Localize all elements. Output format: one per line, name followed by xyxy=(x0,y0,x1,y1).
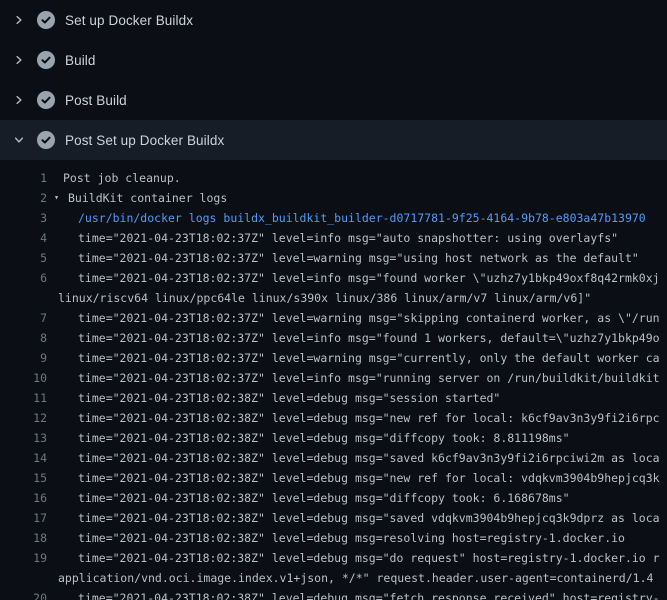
step-row-post-build[interactable]: Post Build xyxy=(0,80,667,120)
log-line: application/vnd.oci.image.index.v1+json,… xyxy=(0,568,667,588)
log-line: 11 time="2021-04-23T18:02:38Z" level=debu… xyxy=(0,388,667,408)
log-line-number[interactable]: 19 xyxy=(0,548,47,568)
log-line: linux/riscv64 linux/ppc64le linux/s390x … xyxy=(0,288,667,308)
steps-list: Set up Docker Buildx Build Post Build xyxy=(0,0,667,160)
chevron-right-icon xyxy=(13,94,25,106)
step-title: Set up Docker Buildx xyxy=(65,13,193,28)
log-line-number[interactable]: 3 xyxy=(0,208,47,228)
log-line-number[interactable]: 12 xyxy=(0,408,47,428)
log-line: 19 time="2021-04-23T18:02:38Z" level=debu… xyxy=(0,548,667,568)
log-line-number[interactable]: 15 xyxy=(0,468,47,488)
log-line-text: time="2021-04-23T18:02:37Z" level=info m… xyxy=(78,228,618,248)
step-title: Post Build xyxy=(65,93,127,108)
log-line-text: time="2021-04-23T18:02:38Z" level=debug … xyxy=(78,588,660,600)
log-line-text: time="2021-04-23T18:02:38Z" level=debug … xyxy=(78,508,660,528)
log-line: 12 time="2021-04-23T18:02:38Z" level=debu… xyxy=(0,408,667,428)
log-line-number[interactable]: 20 xyxy=(0,588,47,600)
log-line-number[interactable]: 5 xyxy=(0,248,47,268)
check-circle-icon xyxy=(37,91,55,109)
log-line: 20 time="2021-04-23T18:02:38Z" level=debu… xyxy=(0,588,667,600)
log-line-number[interactable]: 13 xyxy=(0,428,47,448)
collapse-triangle-icon[interactable]: ▾ xyxy=(51,188,62,208)
check-circle-icon xyxy=(37,11,55,29)
log-line-text: time="2021-04-23T18:02:38Z" level=debug … xyxy=(78,528,625,548)
log-line-text: time="2021-04-23T18:02:38Z" level=debug … xyxy=(78,548,660,568)
log-line-number[interactable]: 2 xyxy=(0,188,47,208)
log-line-number[interactable]: 7 xyxy=(0,308,47,328)
log-line: 7 time="2021-04-23T18:02:37Z" level=warni… xyxy=(0,308,667,328)
log-line: 16 time="2021-04-23T18:02:38Z" level=debu… xyxy=(0,488,667,508)
actions-log-viewer: Set up Docker Buildx Build Post Build xyxy=(0,0,667,600)
log-line-number[interactable]: 9 xyxy=(0,348,47,368)
log-line-number[interactable]: 14 xyxy=(0,448,47,468)
log-area: 1 Post job cleanup. 2▾ BuildKit container l… xyxy=(0,160,667,600)
log-line-number[interactable]: 11 xyxy=(0,388,47,408)
log-line: 2▾ BuildKit container logs xyxy=(0,188,667,208)
log-line-text: application/vnd.oci.image.index.v1+json,… xyxy=(58,568,653,588)
log-line-text: time="2021-04-23T18:02:38Z" level=debug … xyxy=(78,408,660,428)
log-line-text: time="2021-04-23T18:02:38Z" level=debug … xyxy=(78,448,660,468)
step-row-post-setup-docker-buildx[interactable]: Post Set up Docker Buildx xyxy=(0,120,667,160)
log-line: 17 time="2021-04-23T18:02:38Z" level=debu… xyxy=(0,508,667,528)
log-command-text: /usr/bin/docker logs buildx_buildkit_bui… xyxy=(78,208,646,228)
log-line-number[interactable]: 1 xyxy=(0,168,47,188)
log-line-number xyxy=(0,568,47,588)
log-line-number[interactable]: 16 xyxy=(0,488,47,508)
log-line-text: time="2021-04-23T18:02:37Z" level=info m… xyxy=(78,328,660,348)
log-line: 18 time="2021-04-23T18:02:38Z" level=debu… xyxy=(0,528,667,548)
check-circle-icon xyxy=(37,51,55,69)
log-line-number[interactable]: 6 xyxy=(0,268,47,288)
log-line-text: Post job cleanup. xyxy=(63,168,181,188)
log-line-text: time="2021-04-23T18:02:37Z" level=warnin… xyxy=(78,308,660,328)
log-line: 3/usr/bin/docker logs buildx_buildkit_bu… xyxy=(0,208,667,228)
log-line: 1 Post job cleanup. xyxy=(0,168,667,188)
chevron-right-icon xyxy=(13,54,25,66)
log-line: 9 time="2021-04-23T18:02:37Z" level=warni… xyxy=(0,348,667,368)
log-line-text: time="2021-04-23T18:02:37Z" level=info m… xyxy=(78,268,660,288)
log-line-number[interactable]: 10 xyxy=(0,368,47,388)
step-row-build[interactable]: Build xyxy=(0,40,667,80)
log-line: 5 time="2021-04-23T18:02:37Z" level=warni… xyxy=(0,248,667,268)
log-line: 4 time="2021-04-23T18:02:37Z" level=info … xyxy=(0,228,667,248)
log-line-text: time="2021-04-23T18:02:37Z" level=warnin… xyxy=(78,248,639,268)
log-line-text: linux/riscv64 linux/ppc64le linux/s390x … xyxy=(58,288,591,308)
log-line-number xyxy=(0,288,47,308)
log-line-text: time="2021-04-23T18:02:38Z" level=debug … xyxy=(78,388,500,408)
log-line-text: time="2021-04-23T18:02:38Z" level=debug … xyxy=(78,468,660,488)
log-line-number[interactable]: 4 xyxy=(0,228,47,248)
log-line: 13 time="2021-04-23T18:02:38Z" level=debu… xyxy=(0,428,667,448)
log-line-text: time="2021-04-23T18:02:38Z" level=debug … xyxy=(78,488,570,508)
step-title: Post Set up Docker Buildx xyxy=(65,133,224,148)
log-line: 10 time="2021-04-23T18:02:37Z" level=info… xyxy=(0,368,667,388)
chevron-right-icon xyxy=(13,14,25,26)
log-line: 8 time="2021-04-23T18:02:37Z" level=info … xyxy=(0,328,667,348)
check-circle-icon xyxy=(37,131,55,149)
chevron-down-icon xyxy=(13,134,25,146)
step-row-setup-docker-buildx[interactable]: Set up Docker Buildx xyxy=(0,0,667,40)
log-line: 14 time="2021-04-23T18:02:38Z" level=debu… xyxy=(0,448,667,468)
log-line-text: time="2021-04-23T18:02:37Z" level=warnin… xyxy=(78,348,660,368)
log-line-number[interactable]: 18 xyxy=(0,528,47,548)
log-line-number[interactable]: 8 xyxy=(0,328,47,348)
log-line-text: BuildKit container logs xyxy=(68,188,227,208)
log-line: 6 time="2021-04-23T18:02:37Z" level=info … xyxy=(0,268,667,288)
log-line: 15 time="2021-04-23T18:02:38Z" level=debu… xyxy=(0,468,667,488)
log-line-text: time="2021-04-23T18:02:37Z" level=info m… xyxy=(78,368,660,388)
log-line-number[interactable]: 17 xyxy=(0,508,47,528)
step-title: Build xyxy=(65,53,96,68)
log-line-text: time="2021-04-23T18:02:38Z" level=debug … xyxy=(78,428,570,448)
